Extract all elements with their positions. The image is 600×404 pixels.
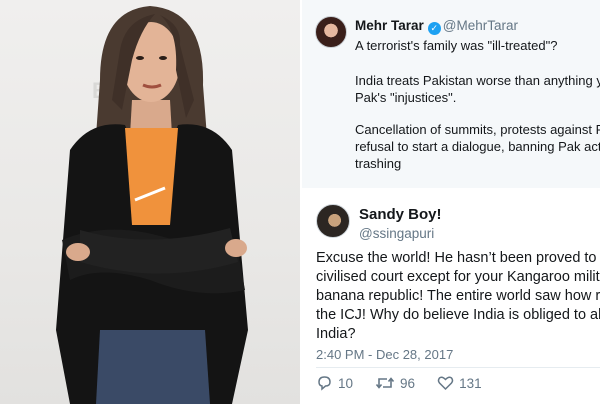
retweet-icon <box>375 377 395 389</box>
portrait-illustration <box>56 6 248 404</box>
tweet-text-line: civilised court except for your Kangaroo… <box>316 269 600 285</box>
verified-badge-icon: ✓ <box>427 22 441 35</box>
like-count: 131 <box>459 375 482 391</box>
tweet-text-line: refusal to start a dialogue, banning Pak… <box>355 139 600 154</box>
tweet-text-line: Excuse the world! He hasn’t been proved … <box>316 250 600 266</box>
tweet-timestamp[interactable]: 2:40 PM - Dec 28, 2017 <box>316 347 453 362</box>
tweet-text-line: trashing <box>355 156 402 171</box>
tweet-header: Mehr Tarar ✓ @MehrTarar <box>355 18 518 35</box>
author-handle[interactable]: @MehrTarar <box>443 18 518 33</box>
author-name[interactable]: Mehr Tarar <box>355 18 424 33</box>
avatar[interactable] <box>316 204 350 238</box>
author-name[interactable]: Sandy Boy! <box>359 206 442 223</box>
tweet-sandy-boy[interactable]: Sandy Boy! @ssingapuri Excuse the world!… <box>302 196 600 404</box>
tweet-mehr-tarar[interactable]: Mehr Tarar ✓ @MehrTarar A terrorist's fami… <box>302 0 600 188</box>
tweet-text-line: Pak's "injustices". <box>355 90 457 105</box>
reply-count: 10 <box>338 375 354 391</box>
retweet-count: 96 <box>400 375 416 391</box>
tweet-text-line: banana republic! The entire world saw ho… <box>316 288 600 304</box>
reply-button[interactable]: 10 <box>316 375 353 391</box>
portrait-photo: B <box>0 0 300 404</box>
tweet-text-line: the ICJ! Why do believe India is obliged… <box>316 307 600 323</box>
tweet-text-line: India? <box>316 326 356 342</box>
tweet-actions: 10 96 131 <box>316 372 504 394</box>
reply-icon <box>318 376 331 391</box>
retweet-button[interactable]: 96 <box>375 375 415 391</box>
tweet-collage: Mehr Tarar ✓ @MehrTarar A terrorist's fami… <box>302 0 600 404</box>
like-button[interactable]: 131 <box>437 375 482 391</box>
author-handle[interactable]: @ssingapuri <box>359 226 434 241</box>
tweet-text-line: A terrorist's family was "ill-treated"? <box>355 38 558 53</box>
avatar[interactable] <box>315 16 347 48</box>
heart-icon <box>437 376 454 391</box>
divider <box>316 367 600 368</box>
tweet-text-line: Cancellation of summits, protests agains… <box>355 122 600 137</box>
tweet-text-line: India treats Pakistan worse than anythin… <box>355 73 600 88</box>
